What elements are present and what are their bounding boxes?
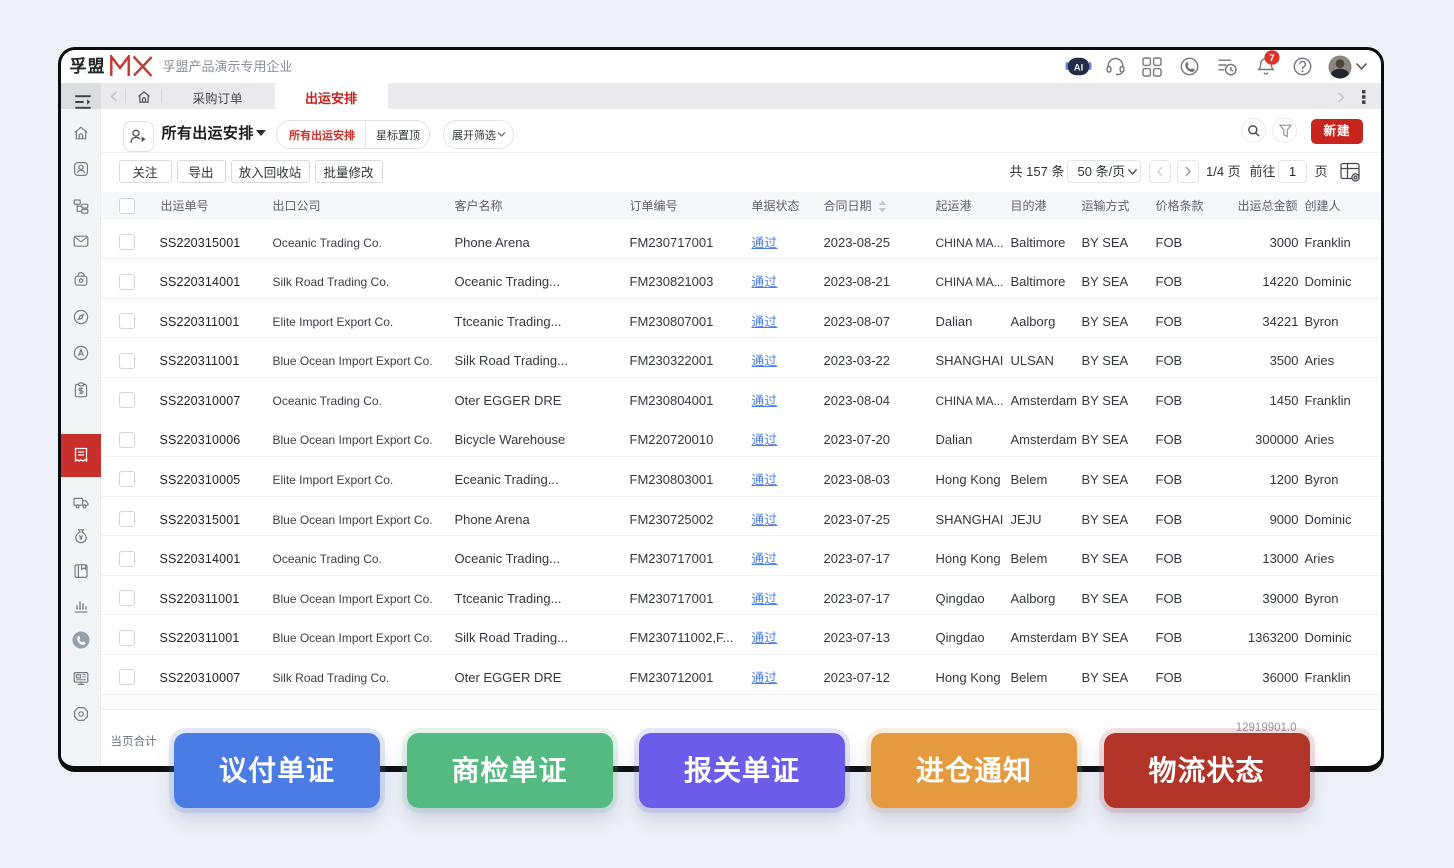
svg-text:7: 7 xyxy=(1269,52,1274,63)
svg-text:AI: AI xyxy=(1073,62,1083,73)
